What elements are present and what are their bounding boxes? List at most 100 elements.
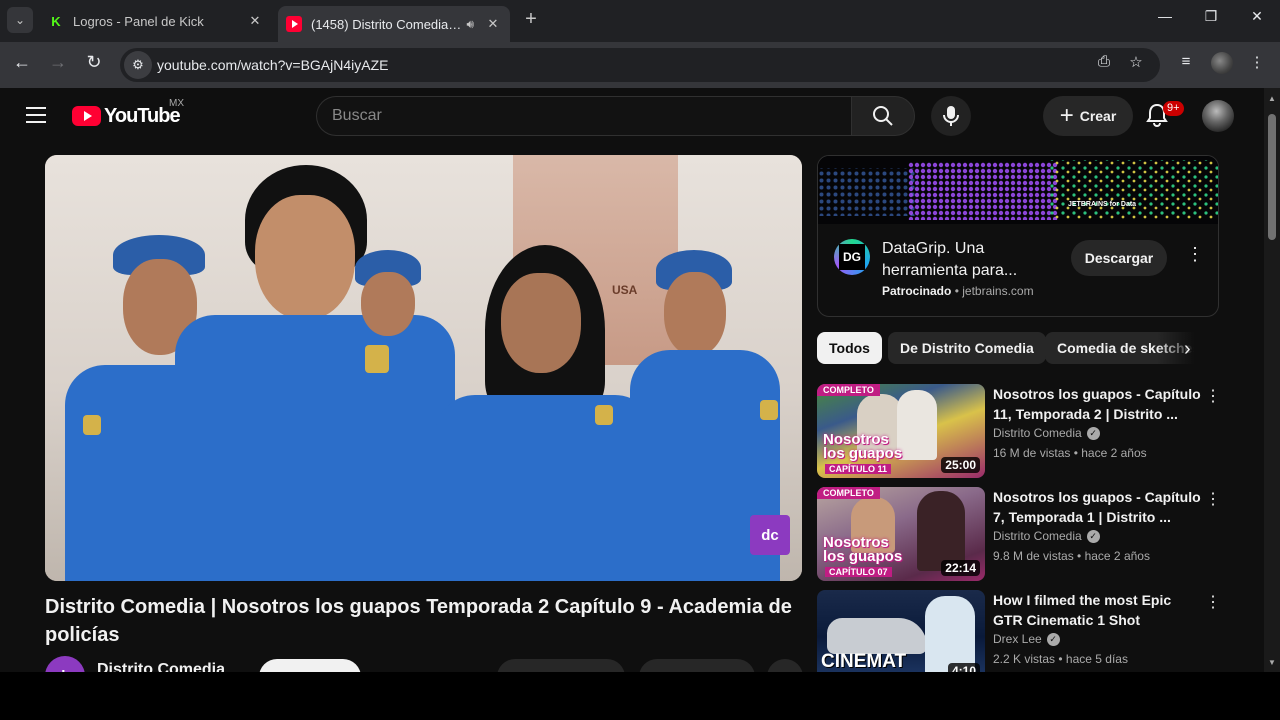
thumb-text: los guapos bbox=[823, 445, 903, 462]
datagrip-icon: DG bbox=[834, 239, 870, 275]
back-button[interactable]: ← bbox=[10, 52, 34, 73]
chip-channel[interactable]: De Distrito Comedia bbox=[888, 332, 1046, 364]
video-meta: 16 M de vistas • hace 2 años bbox=[993, 446, 1147, 460]
video-thumbnail[interactable]: COMPLETO Nosotros los guapos CAPÍTULO 07… bbox=[817, 487, 985, 581]
subscribe-button[interactable] bbox=[259, 659, 361, 672]
poster-text: USA bbox=[612, 283, 638, 297]
upload-age: hace 2 años bbox=[1081, 446, 1147, 460]
more-actions-button[interactable] bbox=[767, 659, 803, 672]
scroll-up-icon[interactable]: ▲ bbox=[1268, 94, 1276, 103]
share-button[interactable] bbox=[639, 659, 755, 672]
url-text[interactable]: youtube.com/watch?v=BGAjN4iyAZE bbox=[157, 57, 389, 73]
speaker-icon[interactable]: 🔊︎ bbox=[466, 17, 474, 32]
channel-line[interactable]: Distrito Comedia ✓ bbox=[993, 529, 1100, 543]
menu-kebab-icon[interactable]: ⋮ bbox=[1245, 53, 1269, 71]
dislike-button[interactable] bbox=[577, 659, 627, 672]
video-title[interactable]: Nosotros los guapos - Capítulo 11, Tempo… bbox=[993, 384, 1203, 424]
address-bar[interactable]: ⚙ youtube.com/watch?v=BGAjN4iyAZE bbox=[120, 48, 1160, 82]
tab-strip: ⌄ K Logros - Panel de Kick ✕ (1458) Dist… bbox=[0, 0, 1280, 42]
upload-age: hace 5 días bbox=[1065, 652, 1128, 666]
site-info-icon[interactable]: ⚙ bbox=[124, 51, 152, 79]
close-window-button[interactable]: ✕ bbox=[1234, 8, 1280, 25]
ad-domain: jetbrains.com bbox=[962, 284, 1034, 298]
list-item[interactable]: COMPLETO Nosotros los guapos CAPÍTULO 07… bbox=[817, 487, 1227, 581]
video-title[interactable]: How I filmed the most Epic GTR Cinematic… bbox=[993, 590, 1203, 630]
sponsored-label: Patrocinado bbox=[882, 284, 952, 298]
upload-age: hace 2 años bbox=[1084, 549, 1150, 563]
menu-hamburger-icon[interactable] bbox=[26, 107, 46, 123]
view-count: 2.2 K vistas bbox=[993, 652, 1056, 666]
scrollbar-thumb[interactable] bbox=[1268, 114, 1276, 240]
chip-todos[interactable]: Todos bbox=[817, 332, 882, 364]
more-vert-icon[interactable]: ⋮ bbox=[1205, 489, 1221, 509]
channel-line[interactable]: Distrito Comedia ✓ bbox=[993, 426, 1100, 440]
video-thumbnail[interactable]: CINEMAT 4:10 bbox=[817, 590, 985, 672]
ad-logo-text: DG bbox=[839, 244, 865, 270]
plus-icon: + bbox=[1059, 102, 1074, 129]
ad-brand: JETBRAINS for Data bbox=[1068, 201, 1137, 208]
thumb-caption: CAPÍTULO 07 bbox=[825, 567, 892, 577]
video-thumbnail[interactable]: COMPLETO Nosotros los guapos CAPÍTULO 11… bbox=[817, 384, 985, 478]
verified-icon: ✓ bbox=[1046, 632, 1060, 646]
channel-name: Distrito Comedia bbox=[993, 426, 1082, 440]
scroll-down-icon[interactable]: ▼ bbox=[1268, 658, 1276, 667]
close-icon[interactable]: ✕ bbox=[484, 16, 502, 32]
create-button[interactable]: + Crear bbox=[1043, 96, 1133, 136]
forward-button[interactable]: → bbox=[46, 52, 70, 73]
thumb-caption: CAPÍTULO 11 bbox=[825, 464, 892, 474]
ad-banner[interactable]: JETBRAINS for Data bbox=[818, 156, 1218, 224]
install-app-icon[interactable]: ⎙ bbox=[1093, 53, 1115, 70]
ad-banner-graphic bbox=[818, 156, 1218, 224]
ad-title[interactable]: DataGrip. Una herramienta para... bbox=[882, 238, 1062, 282]
download-button[interactable]: Descargar bbox=[1071, 240, 1167, 276]
media-control-icon[interactable]: ≡ bbox=[1174, 53, 1198, 70]
channel-avatar[interactable]: dc bbox=[45, 656, 85, 672]
search-button[interactable] bbox=[851, 96, 915, 136]
minimize-button[interactable]: — bbox=[1142, 8, 1188, 24]
chevron-right-icon[interactable]: › bbox=[1184, 338, 1191, 361]
search-input[interactable] bbox=[332, 107, 851, 125]
filter-chips: Todos De Distrito Comedia Comedia de ske… bbox=[817, 332, 1219, 364]
restore-button[interactable]: ❐ bbox=[1188, 8, 1234, 25]
tab-title: Logros - Panel de Kick bbox=[73, 13, 204, 29]
view-count: 16 M de vistas bbox=[993, 446, 1071, 460]
notifications-button[interactable]: 9+ bbox=[1145, 101, 1184, 130]
list-item[interactable]: COMPLETO Nosotros los guapos CAPÍTULO 11… bbox=[817, 384, 1227, 478]
channel-name: Distrito Comedia bbox=[993, 529, 1082, 543]
reload-button[interactable]: ↻ bbox=[82, 52, 106, 73]
close-icon[interactable]: ✕ bbox=[246, 13, 264, 29]
tab-youtube[interactable]: (1458) Distrito Comedia | Nosotros los g… bbox=[278, 6, 510, 42]
thumb-tag: COMPLETO bbox=[817, 487, 880, 499]
sponsored-ad[interactable]: JETBRAINS for Data DG DataGrip. Una herr… bbox=[817, 155, 1219, 317]
channel-name[interactable]: Distrito Comedia bbox=[97, 661, 225, 672]
verified-icon: ✓ bbox=[1086, 426, 1100, 440]
video-meta: 9.8 M de vistas • hace 2 años bbox=[993, 549, 1150, 563]
profile-avatar[interactable] bbox=[1211, 52, 1233, 74]
video-title: Distrito Comedia | Nosotros los guapos T… bbox=[45, 596, 792, 646]
tab-title: (1458) Distrito Comedia | Nosotros los g… bbox=[311, 16, 462, 32]
tab-kick[interactable]: K Logros - Panel de Kick ✕ bbox=[40, 6, 272, 36]
video-player[interactable]: USA dc bbox=[45, 155, 802, 581]
new-tab-button[interactable]: + bbox=[520, 8, 542, 31]
tab-search-button[interactable]: ⌄ bbox=[7, 7, 33, 33]
list-item[interactable]: CINEMAT 4:10 How I filmed the most Epic … bbox=[817, 590, 1227, 672]
duration-badge: 25:00 bbox=[941, 457, 980, 473]
channel-line[interactable]: Drex Lee ✓ bbox=[993, 632, 1060, 646]
more-vert-icon[interactable]: ⋮ bbox=[1186, 244, 1204, 265]
view-count: 9.8 M de vistas bbox=[993, 549, 1074, 563]
page-scrollbar[interactable]: ▲ ▼ bbox=[1264, 88, 1280, 672]
duration-badge: 22:14 bbox=[941, 560, 980, 576]
channel-watermark[interactable]: dc bbox=[750, 515, 790, 555]
more-vert-icon[interactable]: ⋮ bbox=[1205, 386, 1221, 406]
more-vert-icon[interactable]: ⋮ bbox=[1205, 592, 1221, 612]
microphone-icon bbox=[943, 106, 959, 126]
youtube-icon bbox=[286, 16, 302, 32]
bookmark-star-icon[interactable]: ☆ bbox=[1125, 53, 1147, 71]
create-label: Crear bbox=[1079, 108, 1117, 124]
voice-search-button[interactable] bbox=[931, 96, 971, 136]
account-avatar[interactable] bbox=[1202, 100, 1234, 132]
video-title[interactable]: Nosotros los guapos - Capítulo 7, Tempor… bbox=[993, 487, 1203, 527]
country-code: MX bbox=[169, 98, 184, 109]
thumb-text: CINEMAT bbox=[821, 651, 907, 672]
youtube-logo[interactable]: YouTube MX bbox=[72, 98, 184, 128]
